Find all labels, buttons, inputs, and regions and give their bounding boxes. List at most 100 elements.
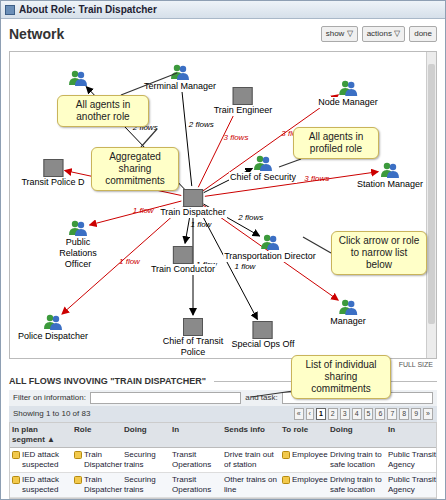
group-icon xyxy=(170,63,190,81)
agent-node[interactable]: Chief of Security xyxy=(229,154,297,183)
column-header[interactable]: Doing xyxy=(122,423,170,447)
agent-node[interactable]: Transit Police D xyxy=(20,159,85,188)
node-label[interactable]: Train Conductor xyxy=(150,264,216,275)
page-button[interactable]: 8 xyxy=(399,408,409,420)
table-cell: Train Dispatcher xyxy=(72,473,122,497)
svg-text:1 flow: 1 flow xyxy=(119,257,141,266)
table-cell: Transit Operations xyxy=(170,473,222,497)
page-button[interactable]: 3 xyxy=(340,408,350,420)
table-row[interactable]: IED attack suspectedTrain DispatcherSecu… xyxy=(10,473,436,498)
group-icon xyxy=(253,154,273,172)
node-label[interactable]: Manager xyxy=(329,316,367,327)
filter-information-input[interactable] xyxy=(90,392,241,404)
agent-node[interactable]: Manager xyxy=(329,298,367,327)
agent-node[interactable]: Chief of Transit Police xyxy=(160,318,226,358)
group-icon xyxy=(260,233,280,251)
network-header: Networkshow ▽actions ▽done xyxy=(1,19,445,49)
node-label[interactable]: Chief of Security xyxy=(229,172,297,183)
group-icon xyxy=(380,161,400,179)
svg-text:1 flow: 1 flow xyxy=(235,262,257,271)
page-button[interactable]: 6 xyxy=(375,408,385,420)
svg-text:3 flows: 3 flows xyxy=(304,174,329,183)
column-header[interactable]: In xyxy=(170,423,222,447)
page-button[interactable]: 9 xyxy=(411,408,421,420)
page-button[interactable]: 2 xyxy=(328,408,338,420)
agent-node[interactable]: Station Manager xyxy=(356,161,424,190)
agent-node[interactable]: Special Ops Off xyxy=(231,321,296,350)
node-label[interactable]: Police Dispatcher xyxy=(17,331,89,342)
callout: Aggregated sharing commitments xyxy=(91,147,179,191)
title-bar: About Role: Train Dispatcher xyxy=(1,1,445,19)
item-icon xyxy=(74,451,82,459)
table-cell: Driving train to safe location xyxy=(328,473,386,497)
header-button[interactable]: done xyxy=(409,26,437,42)
node-label[interactable]: Station Manager xyxy=(356,179,424,190)
callout: All agents in profiled role xyxy=(293,127,379,159)
person-photo xyxy=(183,318,203,336)
canvas-scrollbar[interactable] xyxy=(426,52,436,358)
flows-table: In plan segment ▲RoleDoingInSends infoTo… xyxy=(9,422,437,499)
group-icon xyxy=(338,298,358,316)
header-button[interactable]: show ▽ xyxy=(321,26,358,42)
group-icon xyxy=(43,313,63,331)
person-photo xyxy=(183,189,203,207)
table-cell: IED attack suspected xyxy=(10,473,72,497)
column-header[interactable]: To role xyxy=(280,423,328,447)
agent-node[interactable]: Police Dispatcher xyxy=(17,313,89,342)
header-button[interactable]: actions ▽ xyxy=(362,26,406,42)
node-label[interactable]: Chief of Transit Police xyxy=(160,336,226,358)
svg-text:2 flows: 2 flows xyxy=(188,120,214,129)
flow-edge[interactable]: 2 flows xyxy=(203,205,338,300)
agent-node[interactable]: Terminal Manager xyxy=(143,63,217,92)
table-header: In plan segment ▲RoleDoingInSends infoTo… xyxy=(10,423,436,448)
pagination-row: Showing 1 to 10 of 83 «‹123456789» xyxy=(9,406,437,422)
page-button[interactable]: « xyxy=(294,408,304,420)
callout: All agents in another role xyxy=(57,95,149,127)
column-header[interactable]: Doing xyxy=(328,423,386,447)
page-button[interactable]: 1 xyxy=(316,408,326,420)
column-header[interactable]: In xyxy=(386,423,440,447)
page-button[interactable]: 4 xyxy=(352,408,362,420)
agent-node[interactable]: Train Engineer xyxy=(213,87,274,116)
flow-edge[interactable]: 2 flows xyxy=(181,84,214,186)
column-header[interactable]: Role xyxy=(72,423,122,447)
agent-node[interactable]: Train Conductor xyxy=(150,246,216,275)
page-button[interactable]: 7 xyxy=(387,408,397,420)
callout: List of individual sharing commitments xyxy=(291,355,391,399)
flow-edge[interactable]: 3 flows xyxy=(205,172,378,197)
table-cell: Driving train to safe location xyxy=(328,448,386,472)
page-button[interactable]: » xyxy=(423,408,433,420)
table-cell: IED attack suspected xyxy=(10,448,72,472)
agent-node[interactable]: Public Relations Officer xyxy=(45,219,111,270)
node-label[interactable]: Transportation Director xyxy=(223,251,317,262)
full-size-link[interactable]: FULL SIZE xyxy=(399,359,433,371)
node-label[interactable]: Special Ops Off xyxy=(231,339,296,350)
showing-count: Showing 1 to 10 of 83 xyxy=(13,408,90,420)
agent-node[interactable]: Node Manager xyxy=(317,79,379,108)
agent-node[interactable]: Transportation Director xyxy=(223,233,317,262)
page-button[interactable]: ‹ xyxy=(306,408,314,420)
table-cell: Public Transit Agency xyxy=(386,448,440,472)
column-header[interactable]: In plan segment ▲ xyxy=(10,423,72,447)
svg-text:2 flows: 2 flows xyxy=(237,213,263,222)
item-icon xyxy=(282,451,290,459)
about-role-window: About Role: Train DispatcherNetworkshow … xyxy=(0,0,446,500)
table-cell: Public Transit Agency xyxy=(386,473,440,497)
column-header[interactable]: Sends info xyxy=(222,423,280,447)
flow-edge[interactable]: 1 flow xyxy=(193,210,218,315)
table-cell: Train Dispatcher xyxy=(72,448,122,472)
agent-node[interactable] xyxy=(68,69,88,87)
node-label[interactable]: Public Relations Officer xyxy=(45,237,111,270)
node-label[interactable]: Node Manager xyxy=(317,97,379,108)
center-node[interactable]: Train Dispatcher xyxy=(159,189,227,218)
table-row[interactable]: IED attack suspectedTrain DispatcherSecu… xyxy=(10,448,436,473)
group-icon xyxy=(338,79,358,97)
node-label[interactable]: Terminal Manager xyxy=(143,81,217,92)
node-label[interactable]: Transit Police D xyxy=(20,177,85,188)
person-photo xyxy=(253,321,273,339)
svg-text:3 flows: 3 flows xyxy=(224,133,249,142)
page-button[interactable]: 5 xyxy=(364,408,374,420)
node-label[interactable]: Train Dispatcher xyxy=(159,207,227,218)
svg-text:1 flow: 1 flow xyxy=(133,206,155,215)
node-label[interactable]: Train Engineer xyxy=(213,105,274,116)
